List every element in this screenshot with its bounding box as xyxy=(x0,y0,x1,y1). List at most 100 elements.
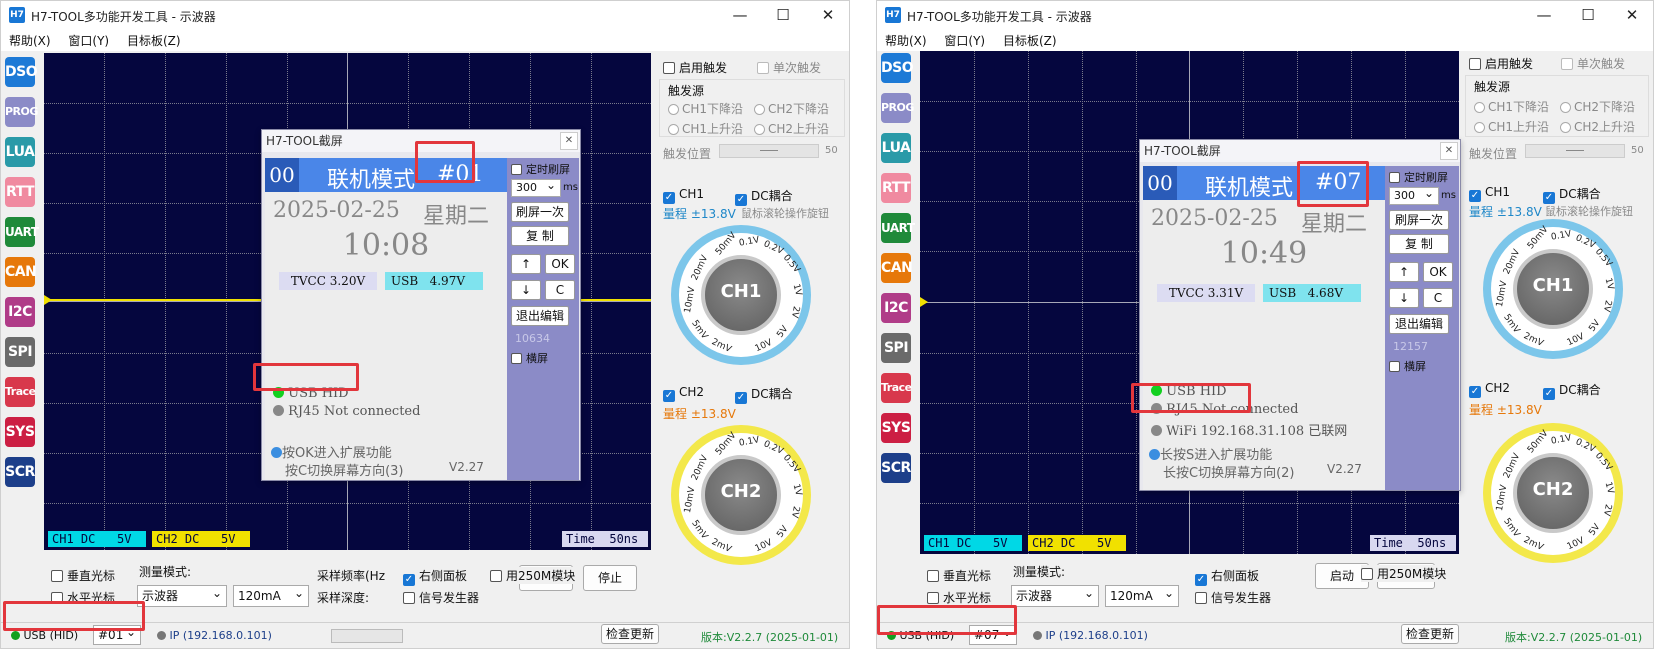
sidebar-sys[interactable]: SYS xyxy=(881,413,911,443)
close-icon[interactable]: ✕ xyxy=(817,6,839,24)
menu-help[interactable]: 帮助(X) xyxy=(885,31,927,51)
ch2-checkbox[interactable]: ✓ xyxy=(663,390,675,402)
mode-select[interactable]: 示波器 xyxy=(137,583,227,607)
screenshot-popup[interactable]: H7-TOOL截屏 ✕ 00 联机模式 #01 2025-02-25 星期二 1… xyxy=(261,129,581,481)
copy-button[interactable]: 复 制 xyxy=(1389,234,1449,254)
trigger-pos-slider[interactable] xyxy=(719,144,819,158)
sidebar-trace[interactable]: Trace xyxy=(5,377,36,407)
sidebar-can[interactable]: CAN xyxy=(5,257,37,287)
c-button[interactable]: C xyxy=(1423,288,1453,308)
cursor-v[interactable]: 垂直光标 xyxy=(51,567,115,584)
menu-window[interactable]: 窗口(Y) xyxy=(944,31,985,51)
up-button[interactable]: ↑ xyxy=(511,254,541,274)
screenshot-popup[interactable]: H7-TOOL截屏 ✕ 00 联机模式 #07 2025-02-25 星期二 1… xyxy=(1139,139,1461,491)
sidebar-can[interactable]: CAN xyxy=(881,253,913,283)
minimize-icon[interactable]: — xyxy=(729,6,751,24)
sidebar-uart[interactable]: UART xyxy=(5,217,39,247)
ch1-level-marker[interactable] xyxy=(920,297,928,307)
sidebar-prog[interactable]: PROG xyxy=(881,93,914,123)
cursor-v[interactable]: 垂直光标 xyxy=(927,567,991,584)
landscape-toggle[interactable]: 横屏 xyxy=(511,350,548,366)
radio-ch1-fall[interactable]: CH1下降沿 xyxy=(1474,98,1549,115)
right-panel-toggle[interactable]: ✓ 右侧面板 xyxy=(1195,567,1259,586)
down-button[interactable]: ↓ xyxy=(511,280,541,300)
refresh-ms-select[interactable]: 300 xyxy=(1389,185,1439,205)
up-button[interactable]: ↑ xyxy=(1389,262,1419,282)
radio-ch1-rise[interactable]: CH1上升沿 xyxy=(1474,118,1549,135)
single-trigger[interactable]: 单次触发 xyxy=(757,59,821,76)
ch1-checkbox[interactable]: ✓ xyxy=(663,192,675,204)
refresh-ms-select[interactable]: 300 xyxy=(511,177,561,197)
right-panel-toggle[interactable]: ✓ 右侧面板 xyxy=(403,567,467,586)
radio-ch2-fall[interactable]: CH2下降沿 xyxy=(754,100,829,117)
sidebar-trace[interactable]: Trace xyxy=(881,373,912,403)
minimize-icon[interactable]: — xyxy=(1533,6,1555,24)
current-select[interactable]: 120mA xyxy=(233,583,309,607)
radio-ch2-rise[interactable]: CH2上升沿 xyxy=(1560,118,1635,135)
sidebar-scr[interactable]: SCR xyxy=(5,457,35,487)
timed-refresh[interactable]: 定时刷屏 xyxy=(511,161,570,177)
popup-close-icon[interactable]: ✕ xyxy=(1440,142,1458,160)
title-bar[interactable]: H7 H7-TOOL多功能开发工具 - 示波器 — ☐ ✕ xyxy=(1,1,849,31)
check-update-button[interactable]: 检查更新 xyxy=(1401,624,1459,644)
radio-ch1-rise[interactable]: CH1上升沿 xyxy=(668,120,743,137)
trigger-enable-checkbox[interactable] xyxy=(663,62,675,74)
sidebar-dso[interactable]: DSO xyxy=(5,57,38,87)
ch1-enable[interactable]: ✓ CH1 xyxy=(1469,185,1510,202)
radio-ch1-fall[interactable]: CH1下降沿 xyxy=(668,100,743,117)
radio-ch2-fall[interactable]: CH2下降沿 xyxy=(1560,98,1635,115)
check-update-button[interactable]: 检查更新 xyxy=(601,624,659,644)
sidebar-sys[interactable]: SYS xyxy=(5,417,35,447)
exit-edit-button[interactable]: 退出编辑 xyxy=(1389,314,1449,334)
use-250m-toggle[interactable]: 用250M模块 xyxy=(490,567,576,584)
current-select[interactable]: 120mA xyxy=(1105,583,1179,607)
exit-edit-button[interactable]: 退出编辑 xyxy=(511,306,569,326)
sidebar-spi[interactable]: SPI xyxy=(881,333,911,363)
menu-target[interactable]: 目标板(Z) xyxy=(127,31,181,51)
menu-window[interactable]: 窗口(Y) xyxy=(68,31,109,51)
sidebar-i2c[interactable]: I2C xyxy=(881,293,911,323)
sidebar-lua[interactable]: LUA xyxy=(5,137,35,167)
landscape-toggle[interactable]: 横屏 xyxy=(1389,358,1426,374)
device-select[interactable]: #01 xyxy=(93,623,141,645)
cursor-h[interactable]: 水平光标 xyxy=(927,589,991,606)
single-trigger-checkbox[interactable] xyxy=(757,62,769,74)
ch2-dc-checkbox[interactable]: ✓ xyxy=(735,392,747,404)
copy-button[interactable]: 复 制 xyxy=(511,226,569,246)
c-button[interactable]: C xyxy=(545,280,575,300)
sidebar-uart[interactable]: UART xyxy=(881,213,915,243)
ch1-level-marker[interactable] xyxy=(44,295,52,305)
maximize-icon[interactable]: ☐ xyxy=(1577,6,1599,24)
trigger-enable[interactable]: 启用触发 xyxy=(663,59,727,76)
sidebar-scr[interactable]: SCR xyxy=(881,453,911,483)
ch2-enable[interactable]: ✓ CH2 xyxy=(663,385,704,402)
ch2-knob[interactable]: 50mV 0.1V 0.2V 0.5V 1V 2V 5V 10V 2mV 5mV… xyxy=(1483,423,1623,563)
down-button[interactable]: ↓ xyxy=(1389,288,1419,308)
ch2-enable[interactable]: ✓ CH2 xyxy=(1469,381,1510,398)
popup-close-icon[interactable]: ✕ xyxy=(560,132,578,150)
refresh-once-button[interactable]: 刷屏一次 xyxy=(511,202,569,222)
ok-button[interactable]: OK xyxy=(1423,262,1453,282)
ch1-enable[interactable]: ✓ CH1 xyxy=(663,187,704,204)
sidebar-spi[interactable]: SPI xyxy=(5,337,35,367)
device-select[interactable]: #07 xyxy=(969,623,1017,645)
ch2-dc-couple[interactable]: ✓ DC耦合 xyxy=(735,385,793,404)
close-icon[interactable]: ✕ xyxy=(1621,6,1643,24)
signal-gen-toggle[interactable]: 信号发生器 xyxy=(403,589,479,606)
ch1-dc-couple[interactable]: ✓ DC耦合 xyxy=(1543,185,1601,204)
use-250m-toggle[interactable]: 用250M模块 xyxy=(1361,565,1447,582)
maximize-icon[interactable]: ☐ xyxy=(772,6,794,24)
ok-button[interactable]: OK xyxy=(545,254,575,274)
signal-gen-toggle[interactable]: 信号发生器 xyxy=(1195,589,1271,606)
stop-button[interactable]: 停止 xyxy=(583,565,637,591)
ch1-knob[interactable]: 50mV 0.1V 0.2V 0.5V 1V 2V 5V 10V 2mV 5mV… xyxy=(1483,219,1623,359)
ch1-dc-couple[interactable]: ✓ DC耦合 xyxy=(735,187,793,206)
cursor-h[interactable]: 水平光标 xyxy=(51,589,115,606)
trigger-enable[interactable]: 启用触发 xyxy=(1469,55,1533,72)
ch1-knob[interactable]: 50mV 0.1V 0.2V 0.5V 1V 2V 5V 10V 2mV 5mV… xyxy=(671,225,811,365)
sidebar-rtt[interactable]: RTT xyxy=(881,173,911,203)
trigger-pos-slider[interactable] xyxy=(1525,144,1625,158)
mode-select[interactable]: 示波器 xyxy=(1011,583,1099,607)
title-bar[interactable]: H7 H7-TOOL多功能开发工具 - 示波器 — ☐ ✕ xyxy=(877,1,1653,31)
single-trigger[interactable]: 单次触发 xyxy=(1561,55,1625,72)
